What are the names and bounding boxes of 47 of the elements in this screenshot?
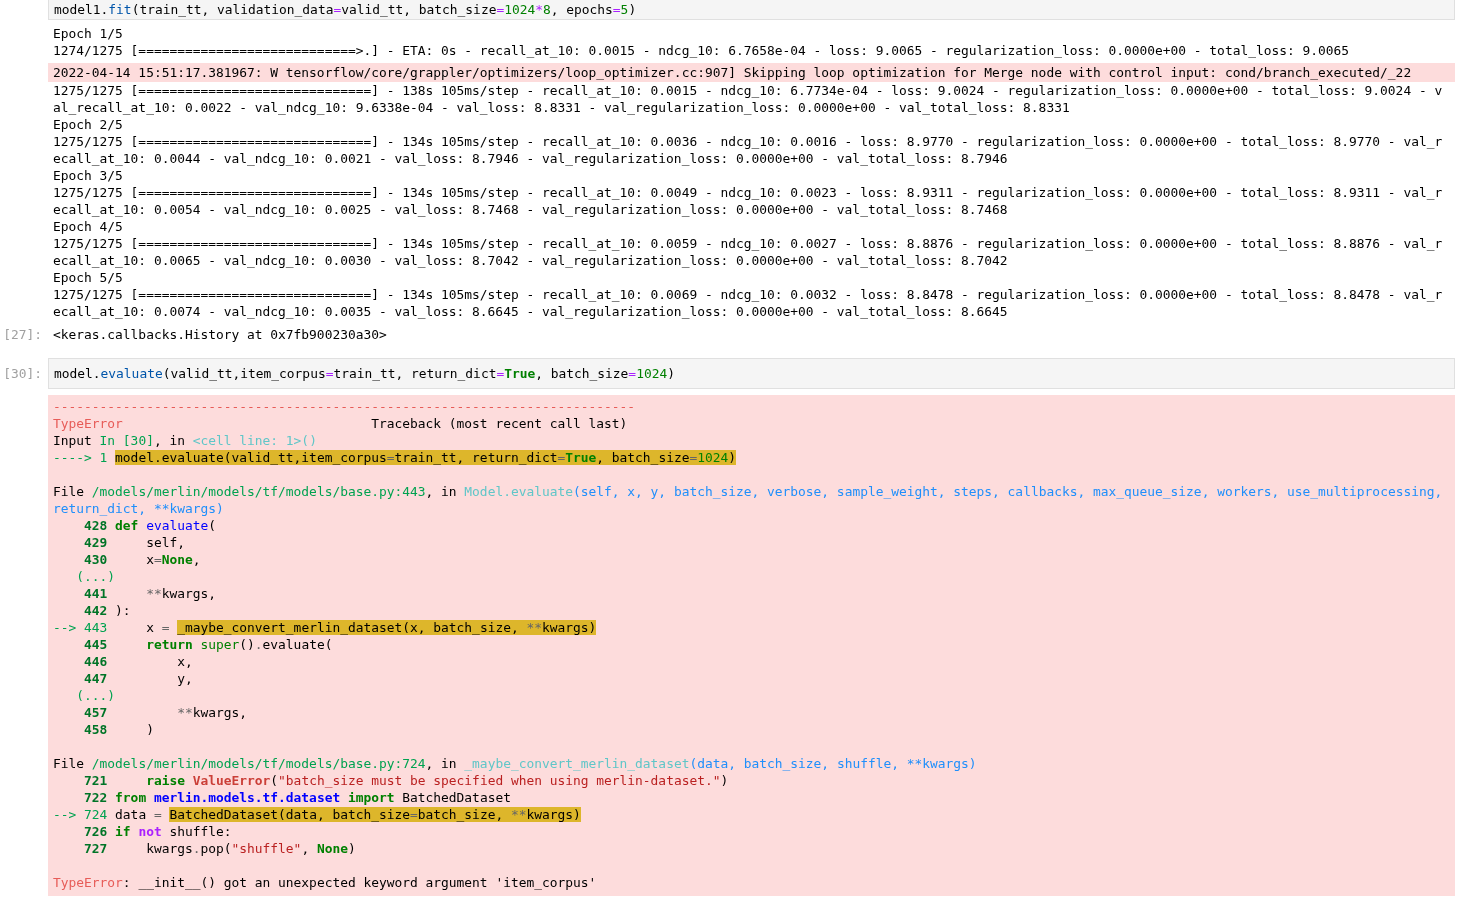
traceback-line: 442 ): [83, 602, 132, 619]
traceback-line: 445 return super().evaluate( [83, 636, 334, 653]
traceback-line: (...) [75, 568, 117, 585]
output-line: 1275/1275 [==============================] - 138s 105ms/step - recall_at_10: 0.0015 - ndcg_10: 6.7734e-04 - loss: 9.0024 - regularization_loss: 0.0000e+00 - total_loss: 9.0024 - v [52, 82, 1444, 99]
output-line: 1275/1275 [==============================] - 134s 105ms/step - recall_at_10: 0.0049 - ndcg_10: 0.0023 - loss: 8.9311 - regularization_loss: 0.0000e+00 - total_loss: 8.9311 - val_r [52, 184, 1444, 201]
output-line: Epoch 4/5 [52, 218, 124, 235]
traceback-line: File /models/merlin/models/tf/models/base.py:443, in Model.evaluate(self, x, y, batch_size, verbose, sample_weight, steps, callbacks, max_queue_size, workers, use_multiprocessing, [52, 483, 1444, 500]
prompt-label: [27]: [3, 326, 43, 343]
traceback-line: 727 kwargs.pop("shuffle", None) [83, 840, 357, 857]
traceback-line: 722 from merlin.models.tf.dataset import BatchedDataset [83, 789, 512, 806]
traceback-line: --> 724 data = BatchedDataset(data, batch_size=batch_size, **kwargs) [52, 806, 582, 823]
traceback-line: (...) [75, 687, 117, 704]
traceback-line: 458 ) [83, 721, 155, 738]
traceback-line: 726 if not shuffle: [83, 823, 233, 840]
output-line: ecall_at_10: 0.0054 - val_ndcg_10: 0.0025 - val_loss: 8.7468 - val_regularization_loss: 0.0000e+00 - val_total_loss: 8.7468 [52, 201, 1009, 218]
code-input[interactable]: model.evaluate(valid_tt,item_corpus=train_tt, return_dict=True, batch_size=1024) [48, 358, 1455, 389]
traceback-line: TypeError Traceback (most recent call last) [52, 415, 629, 432]
output-line: ecall_at_10: 0.0074 - val_ndcg_10: 0.0035 - val_loss: 8.6645 - val_regularization_loss: 0.0000e+00 - val_total_loss: 8.6645 [52, 303, 1009, 320]
traceback-line: return_dict, **kwargs) [52, 500, 225, 517]
output-line: ecall_at_10: 0.0044 - val_ndcg_10: 0.0021 - val_loss: 8.7946 - val_regularization_loss: 0.0000e+00 - val_total_loss: 8.7946 [52, 150, 1009, 167]
output-line: ecall_at_10: 0.0065 - val_ndcg_10: 0.0030 - val_loss: 8.7042 - val_regularization_loss: 0.0000e+00 - val_total_loss: 8.7042 [52, 252, 1009, 269]
output-line: Epoch 5/5 [52, 269, 124, 286]
traceback-line: ----> 1 model.evaluate(valid_tt,item_corpus=train_tt, return_dict=True, batch_size=1024) [52, 449, 738, 466]
traceback-line: 430 x=None, [83, 551, 202, 568]
traceback-line: --------------------------------------------------------------------------- [52, 398, 637, 415]
result-line: <keras.callbacks.History at 0x7fb900230a30> [52, 326, 388, 343]
traceback-line: 429 self, [83, 534, 186, 551]
output-line: 1275/1275 [==============================] - 134s 105ms/step - recall_at_10: 0.0036 - ndcg_10: 0.0016 - loss: 8.9770 - regularization_loss: 0.0000e+00 - total_loss: 8.9770 - val_r [52, 133, 1444, 150]
output-line: Epoch 2/5 [52, 116, 124, 133]
prompt-label: [30]: [3, 365, 43, 383]
traceback-line: 446 x, [83, 653, 194, 670]
traceback-line: TypeError: __init__() got an unexpected keyword argument 'item_corpus' [52, 874, 598, 891]
traceback-line: File /models/merlin/models/tf/models/base.py:724, in _maybe_convert_merlin_dataset(data, batch_size, shuffle, **kwargs) [52, 755, 978, 772]
output-line: 1275/1275 [==============================] - 134s 105ms/step - recall_at_10: 0.0059 - ndcg_10: 0.0027 - loss: 8.8876 - regularization_loss: 0.0000e+00 - total_loss: 8.8876 - val_r [52, 235, 1444, 252]
output-line: Epoch 3/5 [52, 167, 124, 184]
output-line: 1274/1275 [============================>.] - ETA: 0s - recall_at_10: 0.0015 - ndcg_10: 6.7658e-04 - loss: 9.0065 - regularization_loss: 0.0000e+00 - total_loss: 9.0065 [52, 42, 1351, 59]
output-line: 1275/1275 [==============================] - 134s 105ms/step - recall_at_10: 0.0069 - ndcg_10: 0.0032 - loss: 8.8478 - regularization_loss: 0.0000e+00 - total_loss: 8.8478 - val_r [52, 286, 1444, 303]
traceback-line: --> 443 x = _maybe_convert_merlin_dataset(x, batch_size, **kwargs) [52, 619, 598, 636]
traceback-line: 441 **kwargs, [83, 585, 217, 602]
traceback-line: 428 def evaluate( [83, 517, 217, 534]
output-line: al_recall_at_10: 0.0022 - val_ndcg_10: 9.6338e-04 - val_loss: 8.8331 - val_regularization_loss: 0.0000e+00 - val_total_loss: 8.8331 [52, 99, 1071, 116]
traceback-line: Input In [30], in <cell line: 1>() [52, 432, 318, 449]
traceback-line: 457 **kwargs, [83, 704, 249, 721]
traceback-line: 447 y, [83, 670, 194, 687]
output-line: Epoch 1/5 [52, 25, 124, 42]
traceback-line: 721 raise ValueError("batch_size must be specified when using merlin-dataset.") [83, 772, 730, 789]
code-input[interactable]: model1.fit(train_tt, validation_data=valid_tt, batch_size=1024*8, epochs=5) [48, 0, 1455, 20]
